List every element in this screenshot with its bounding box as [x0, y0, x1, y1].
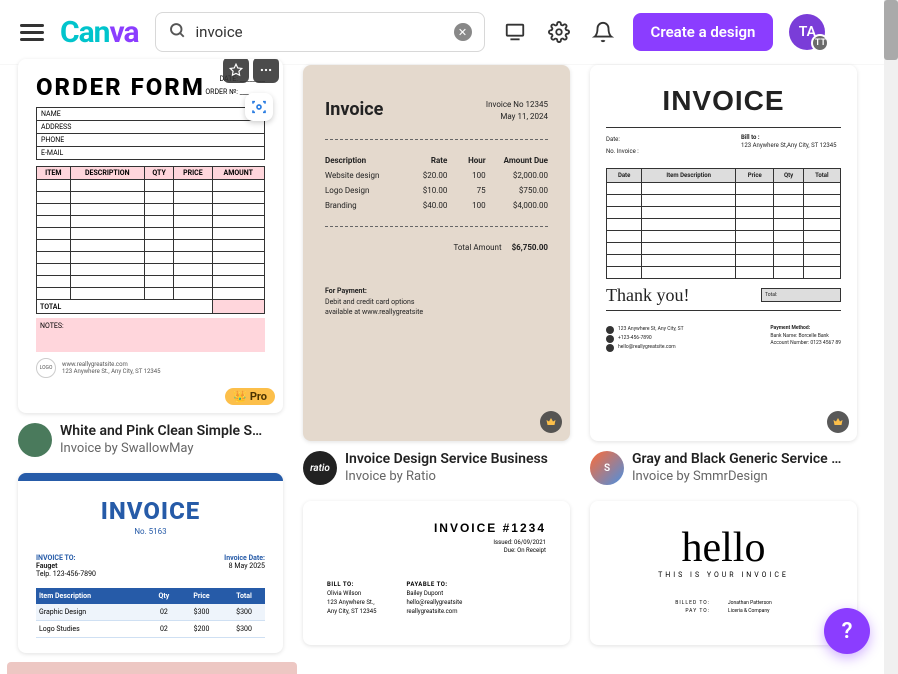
author-avatar[interactable]: S [590, 451, 624, 485]
template-author: Invoice by Ratio [345, 469, 570, 484]
template-author: Invoice by SwallowMay [60, 441, 283, 456]
search-box[interactable]: ✕ [155, 12, 485, 52]
avatar-team-badge: TT [811, 34, 829, 52]
settings-icon[interactable] [545, 18, 573, 46]
template-card[interactable]: hello THIS IS YOUR INVOICE BILLED TO:PAY… [590, 501, 857, 645]
help-button[interactable]: ? [824, 608, 870, 654]
create-design-button[interactable]: Create a design [633, 13, 774, 51]
search-input[interactable] [196, 23, 444, 41]
template-title: White and Pink Clean Simple S… [60, 423, 283, 439]
scrollbar[interactable] [884, 0, 898, 674]
template-thumbnail[interactable]: INVOICE Date:No. Invoice :Bill to :123 A… [590, 65, 857, 441]
template-thumbnail[interactable]: ORDER FORMDATE: ________ORDER №: _______… [18, 59, 283, 413]
template-thumbnail[interactable]: InvoiceInvoice No 12345May 11, 2024 Desc… [303, 65, 570, 441]
search-icon [168, 21, 186, 43]
header: Canva ✕ Create a design TATT [0, 0, 898, 65]
template-thumbnail[interactable]: INVOICE No. 5163 INVOICE TO:FaugetTelp. … [18, 473, 283, 653]
template-card[interactable]: INVOICE No. 5163 INVOICE TO:FaugetTelp. … [18, 473, 283, 653]
logo[interactable]: Canva [60, 15, 139, 50]
template-thumbnail[interactable]: INVOICE #1234 Issued: 06/09/2021Due: On … [303, 501, 570, 645]
template-title: Invoice Design Service Business [345, 451, 570, 467]
pro-badge: 👑 Pro [225, 388, 275, 405]
template-title: Gray and Black Generic Service … [632, 451, 857, 467]
template-author: Invoice by SmmrDesign [632, 469, 857, 484]
template-gallery: ORDER FORMDATE: ________ORDER №: _______… [0, 65, 898, 671]
scrollbar-thumb[interactable] [884, 0, 898, 60]
premium-badge [540, 411, 562, 433]
clear-search-icon[interactable]: ✕ [454, 23, 472, 41]
scan-icon[interactable] [245, 93, 273, 121]
avatar[interactable]: TATT [789, 14, 825, 50]
premium-badge [827, 411, 849, 433]
desktop-icon[interactable] [501, 18, 529, 46]
menu-button[interactable] [20, 20, 44, 45]
save-icon[interactable] [223, 59, 249, 83]
template-card[interactable]: InvoiceInvoice No 12345May 11, 2024 Desc… [303, 65, 570, 485]
author-avatar[interactable]: ratio [303, 451, 337, 485]
template-thumbnail[interactable]: hello THIS IS YOUR INVOICE BILLED TO:PAY… [590, 501, 857, 645]
author-avatar[interactable] [18, 423, 52, 457]
bottom-overlay [7, 662, 297, 674]
notifications-icon[interactable] [589, 18, 617, 46]
template-card[interactable]: INVOICE Date:No. Invoice :Bill to :123 A… [590, 65, 857, 485]
template-heading: ORDER FORM [36, 73, 205, 101]
template-card[interactable]: ORDER FORMDATE: ________ORDER №: _______… [18, 65, 283, 457]
template-card[interactable]: INVOICE #1234 Issued: 06/09/2021Due: On … [303, 501, 570, 645]
more-icon[interactable] [253, 59, 279, 83]
